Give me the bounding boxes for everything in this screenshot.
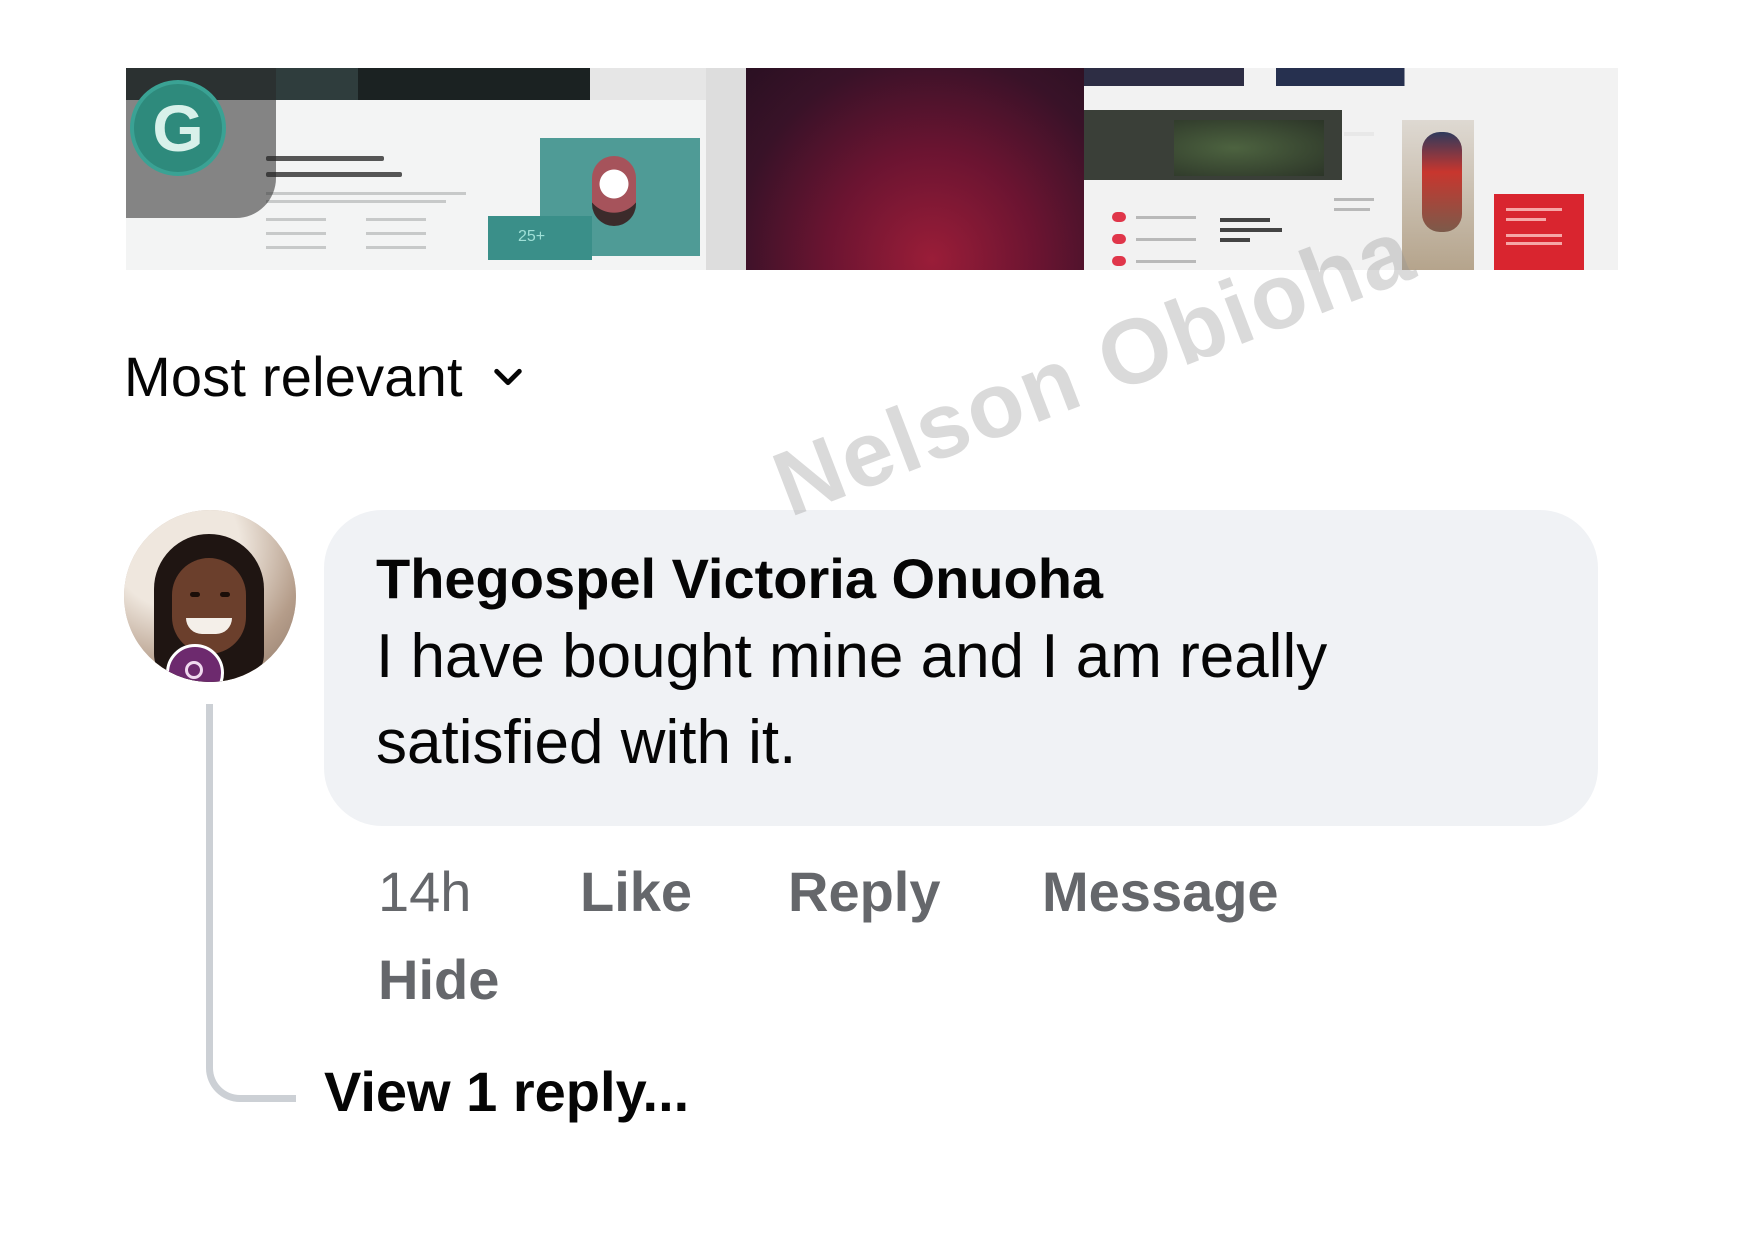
avatar[interactable] [124, 510, 296, 682]
preview-stat-badge: 25+ [488, 216, 592, 260]
like-button[interactable]: Like [580, 856, 692, 928]
message-button[interactable]: Message [1042, 856, 1279, 928]
comment-timestamp[interactable]: 14h [378, 856, 471, 928]
chevron-down-icon [494, 368, 522, 386]
thread-connector-line [206, 704, 296, 1102]
g-logo-icon: G [126, 68, 276, 218]
comment-sort-dropdown[interactable]: Most relevant [124, 343, 525, 411]
sort-label: Most relevant [124, 345, 463, 408]
hide-button[interactable]: Hide [378, 944, 499, 1016]
preview-panel-shipping [1084, 68, 1618, 270]
link-preview-image[interactable]: 25+ G [126, 68, 1618, 270]
preview-panel-gradient [746, 68, 1084, 270]
comment-text: I have bought mine and I am really satis… [376, 622, 1328, 777]
comment-author[interactable]: Thegospel Victoria Onuoha [376, 546, 1546, 612]
view-replies-link[interactable]: View 1 reply... [324, 1058, 689, 1126]
preview-panel-logistics: 25+ G [126, 68, 706, 270]
reply-button[interactable]: Reply [788, 856, 941, 928]
comment-bubble[interactable]: Thegospel Victoria Onuoha I have bought … [324, 510, 1598, 826]
